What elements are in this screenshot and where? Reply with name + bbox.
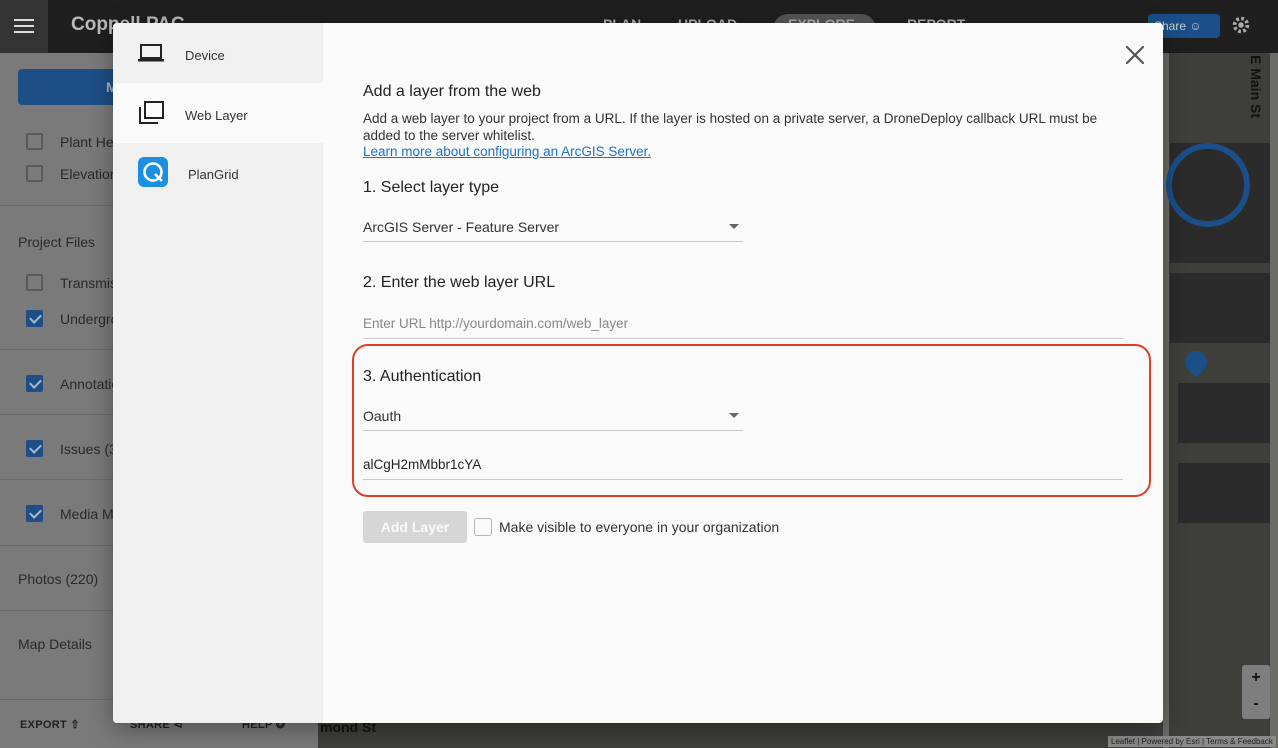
checkbox[interactable] [26, 274, 43, 291]
caret-down-icon [729, 413, 739, 418]
export-button[interactable]: EXPORT ⇧ [20, 718, 80, 731]
auth-method-select[interactable]: Oauth [363, 405, 743, 431]
visibility-checkbox[interactable] [474, 518, 492, 536]
gear-icon[interactable] [1230, 14, 1252, 36]
step1-heading: 1. Select layer type [363, 179, 500, 196]
checkbox-checked[interactable] [26, 440, 43, 457]
project-files-heading: Project Files [18, 234, 96, 250]
add-layer-modal: Device Web Layer PlanGrid Add a layer fr… [113, 23, 1163, 723]
url-input[interactable]: Enter URL http://yourdomain.com/web_laye… [363, 313, 1123, 339]
checkbox-checked[interactable] [26, 310, 43, 327]
photos-section[interactable]: Photos (220) [18, 571, 98, 587]
hamburger-icon [14, 19, 34, 21]
form-description: Add a web layer to your project from a U… [363, 111, 1098, 143]
caret-down-icon [729, 224, 739, 229]
map-details-section[interactable]: Map Details [18, 636, 92, 652]
add-people-icon: ☺ [1189, 19, 1202, 33]
add-layer-button[interactable]: Add Layer [363, 511, 467, 543]
menu-button[interactable] [0, 0, 48, 53]
step2-heading: 2. Enter the web layer URL [363, 274, 556, 291]
camera-pin-icon[interactable] [1180, 346, 1212, 378]
modal-source-nav: Device Web Layer PlanGrid [113, 23, 323, 723]
street-label: E Main St [1248, 55, 1264, 119]
checkbox[interactable] [26, 165, 43, 182]
plangrid-logo-icon [138, 157, 168, 187]
web-layer-form: Add a layer from the web Add a web layer… [363, 23, 1133, 723]
layers-icon [139, 101, 164, 124]
layer-type-select[interactable]: ArcGIS Server - Feature Server [363, 216, 743, 242]
navigation-marker-icon [1166, 143, 1250, 227]
checkbox[interactable] [26, 133, 43, 150]
learn-more-link[interactable]: Learn more about configuring an ArcGIS S… [363, 144, 651, 159]
laptop-icon [138, 44, 164, 62]
zoom-control: + - [1242, 665, 1270, 719]
upload-icon: ⇧ [70, 719, 80, 731]
map-button[interactable]: MAP [18, 69, 137, 105]
auth-token-input[interactable]: alCgH2mMbbr1cYA [363, 454, 1123, 480]
zoom-in-button[interactable]: + [1242, 665, 1270, 691]
checkbox-checked[interactable] [26, 375, 43, 392]
source-web-layer[interactable]: Web Layer [113, 83, 323, 143]
source-plangrid[interactable]: PlanGrid [113, 143, 323, 203]
map-attribution[interactable]: Leaflet | Powered by Esri | Terms & Feed… [1108, 736, 1276, 747]
form-heading: Add a layer from the web [363, 83, 541, 100]
zoom-out-button[interactable]: - [1242, 691, 1270, 717]
source-device[interactable]: Device [113, 23, 323, 83]
checkbox-checked[interactable] [26, 505, 43, 522]
step3-heading: 3. Authentication [363, 368, 482, 385]
visibility-label: Make visible to everyone in your organiz… [499, 519, 780, 535]
